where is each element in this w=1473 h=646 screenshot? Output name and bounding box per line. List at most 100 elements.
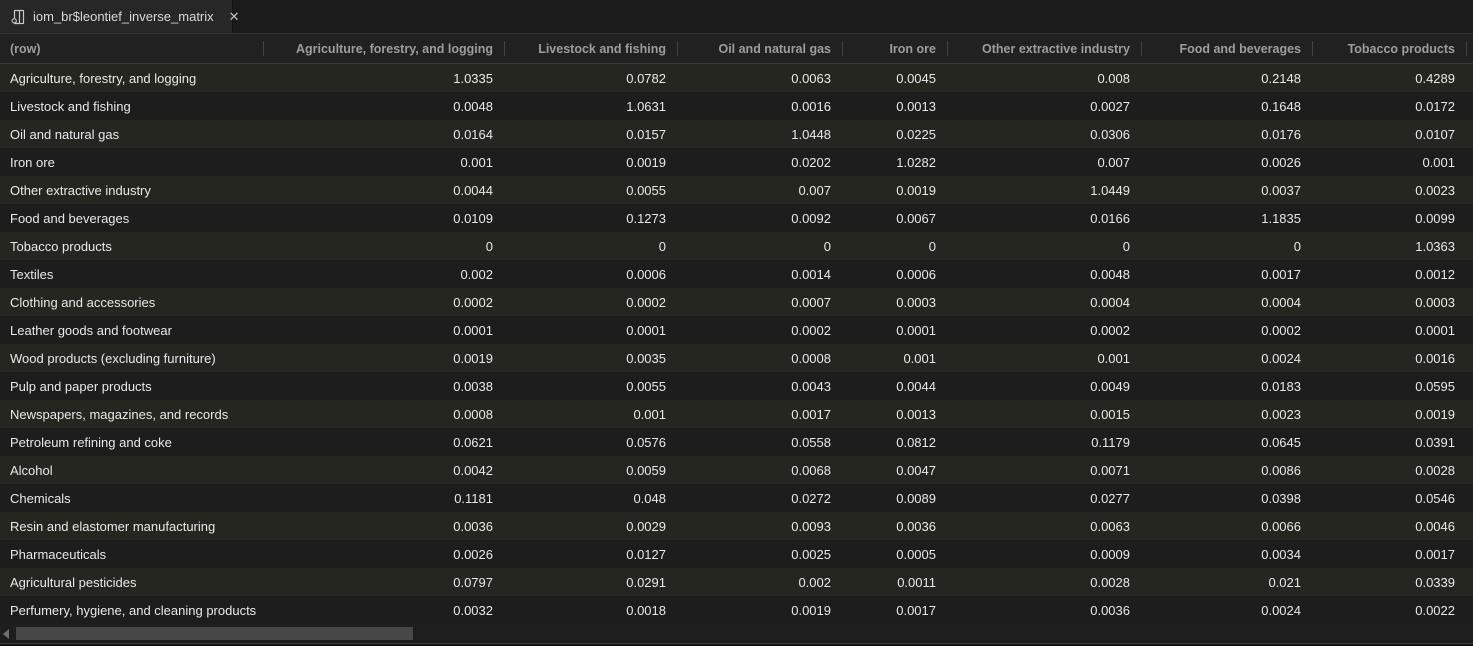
cell-value: 0.0055 [505, 183, 678, 198]
cell-value: 0.1273 [505, 211, 678, 226]
cell-value: 0.0036 [843, 519, 948, 534]
cell-value: 0.0019 [505, 155, 678, 170]
column-header[interactable]: Iron ore [843, 34, 948, 63]
cell-value: 0.1179 [948, 435, 1142, 450]
table-row[interactable]: Livestock and fishing0.00481.06310.00160… [0, 92, 1473, 120]
cell-value: 0.002 [678, 575, 843, 590]
cell-value: 0.0024 [1142, 603, 1313, 618]
cell-value: 0.0013 [843, 407, 948, 422]
scroll-left-arrow-icon[interactable] [3, 629, 9, 639]
cell-value: 0.0032 [264, 603, 505, 618]
column-header-row-label[interactable]: (row) [0, 34, 264, 63]
row-label: Other extractive industry [0, 183, 264, 198]
cell-value: 0.0001 [505, 323, 678, 338]
cell-value: 0.0339 [1313, 575, 1467, 590]
cell-value: 0.0015 [948, 407, 1142, 422]
table-row[interactable]: Petroleum refining and coke0.06210.05760… [0, 428, 1473, 456]
cell-value: 0.0006 [505, 267, 678, 282]
cell-value: 0.0013 [843, 99, 948, 114]
table-row[interactable]: Pharmaceuticals0.00260.01270.00250.00050… [0, 540, 1473, 568]
cell-value: 0.0029 [505, 519, 678, 534]
cell-value: 0.001 [505, 407, 678, 422]
cell-value: 0.0782 [505, 71, 678, 86]
cell-value: 0.007 [948, 155, 1142, 170]
table-row[interactable]: Iron ore0.0010.00190.02021.02820.0070.00… [0, 148, 1473, 176]
table-row[interactable]: Resin and elastomer manufacturing0.00360… [0, 512, 1473, 540]
cell-value: 0.0595 [1313, 379, 1467, 394]
table-row[interactable]: Wood products (excluding furniture)0.001… [0, 344, 1473, 372]
table-row[interactable]: Newspapers, magazines, and records0.0008… [0, 400, 1473, 428]
cell-value: 0.2148 [1142, 71, 1313, 86]
cell-value: 0.0272 [678, 491, 843, 506]
cell-value: 0.0225 [843, 127, 948, 142]
table-row[interactable]: Clothing and accessories0.00020.00020.00… [0, 288, 1473, 316]
cell-value: 0.0001 [264, 323, 505, 338]
table-row[interactable]: Pulp and paper products0.00380.00550.004… [0, 372, 1473, 400]
cell-value: 0.0017 [1313, 547, 1467, 562]
table-row[interactable]: Oil and natural gas0.01640.01571.04480.0… [0, 120, 1473, 148]
table-row[interactable]: Perfumery, hygiene, and cleaning product… [0, 596, 1473, 624]
column-header[interactable]: Tobacco products [1313, 34, 1467, 63]
cell-value: 0.0099 [1313, 211, 1467, 226]
cell-value: 0.0001 [1313, 323, 1467, 338]
table-row[interactable]: Agriculture, forestry, and logging1.0335… [0, 64, 1473, 92]
close-icon[interactable]: ✕ [227, 9, 242, 24]
table-row[interactable]: Food and beverages0.01090.12730.00920.00… [0, 204, 1473, 232]
cell-value: 0.0019 [678, 603, 843, 618]
table-row[interactable]: Alcohol0.00420.00590.00680.00470.00710.0… [0, 456, 1473, 484]
cell-value: 0.0016 [1313, 351, 1467, 366]
cell-value: 0.0002 [505, 295, 678, 310]
cell-value: 0 [264, 239, 505, 254]
cell-value: 0.0812 [843, 435, 948, 450]
cell-value: 0.0202 [678, 155, 843, 170]
row-label: Leather goods and footwear [0, 323, 264, 338]
table-row[interactable]: Textiles0.0020.00060.00140.00060.00480.0… [0, 260, 1473, 288]
scrollbar-thumb[interactable] [16, 627, 413, 640]
cell-value: 0.1648 [1142, 99, 1313, 114]
cell-value: 0.008 [948, 71, 1142, 86]
cell-value: 0.0127 [505, 547, 678, 562]
table-row[interactable]: Tobacco products0000001.0363 [0, 232, 1473, 260]
cell-value: 0.0068 [678, 463, 843, 478]
cell-value: 0.0026 [264, 547, 505, 562]
cell-value: 0 [843, 239, 948, 254]
table-row[interactable]: Agricultural pesticides0.07970.02910.002… [0, 568, 1473, 596]
cell-value: 0.0034 [1142, 547, 1313, 562]
cell-value: 1.1835 [1142, 211, 1313, 226]
table-row[interactable]: Leather goods and footwear0.00010.00010.… [0, 316, 1473, 344]
row-label: Agricultural pesticides [0, 575, 264, 590]
cell-value: 0.0009 [948, 547, 1142, 562]
cell-value: 0.001 [948, 351, 1142, 366]
cell-value: 0.0014 [678, 267, 843, 282]
column-header[interactable]: Livestock and fishing [505, 34, 678, 63]
cell-value: 0.0036 [264, 519, 505, 534]
cell-value: 1.0282 [843, 155, 948, 170]
tab-leontief-inverse-matrix[interactable]: iom_br$leontief_inverse_matrix ✕ [0, 0, 233, 33]
cell-value: 0.0001 [843, 323, 948, 338]
horizontal-scrollbar[interactable] [0, 624, 1473, 643]
column-header[interactable]: Other extractive industry [948, 34, 1142, 63]
cell-value: 0.0306 [948, 127, 1142, 142]
cell-value: 0.0016 [678, 99, 843, 114]
cell-value: 0.0093 [678, 519, 843, 534]
column-header[interactable]: Food and beverages [1142, 34, 1313, 63]
cell-value: 1.0335 [264, 71, 505, 86]
column-header[interactable]: Agriculture, forestry, and logging [264, 34, 505, 63]
cell-value: 1.0449 [948, 183, 1142, 198]
cell-value: 0.0086 [1142, 463, 1313, 478]
table-row[interactable]: Other extractive industry0.00440.00550.0… [0, 176, 1473, 204]
table-row[interactable]: Chemicals0.11810.0480.02720.00890.02770.… [0, 484, 1473, 512]
cell-value: 0 [1142, 239, 1313, 254]
cell-value: 1.0631 [505, 99, 678, 114]
cell-value: 0.0546 [1313, 491, 1467, 506]
cell-value: 0.021 [1142, 575, 1313, 590]
cell-value: 0.0055 [505, 379, 678, 394]
row-label: Petroleum refining and coke [0, 435, 264, 450]
cell-value: 0.048 [505, 491, 678, 506]
cell-value: 0.001 [264, 155, 505, 170]
cell-value: 0.0036 [948, 603, 1142, 618]
cell-value: 0.0277 [948, 491, 1142, 506]
column-header-row: (row) Agriculture, forestry, and logging… [0, 33, 1473, 64]
cell-value: 0.0049 [948, 379, 1142, 394]
column-header[interactable]: Oil and natural gas [678, 34, 843, 63]
